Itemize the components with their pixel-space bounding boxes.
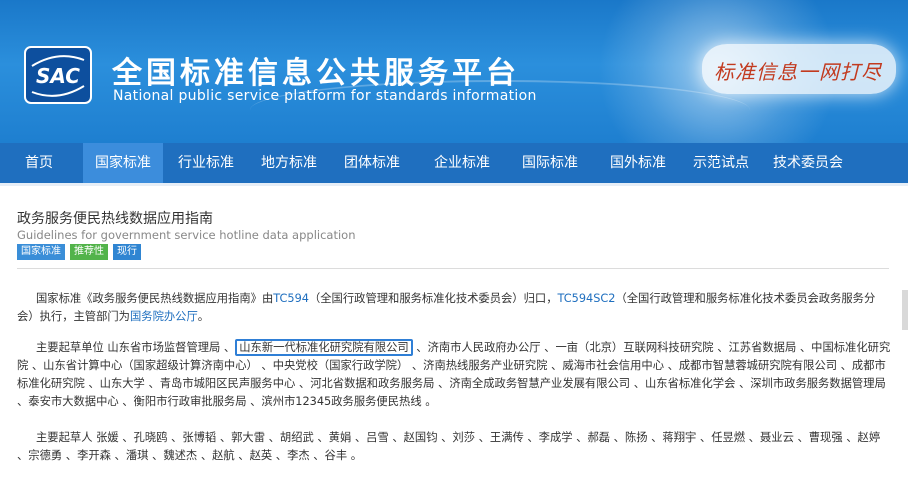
nav-local-standards[interactable]: 地方标准	[249, 143, 329, 183]
main-nav: 首页 国家标准 行业标准 地方标准 团体标准 企业标准 国际标准 国外标准 示范…	[0, 143, 908, 183]
highlighted-drafting-unit: 山东新一代标准化研究院有限公司	[235, 339, 413, 356]
nav-demonstration[interactable]: 示范试点	[681, 143, 761, 183]
nav-industry-standards[interactable]: 行业标准	[166, 143, 246, 183]
drafting-units-label: 主要起草单位	[36, 341, 108, 354]
intro-text: （全国行政管理和服务标准化技术委员会）归口，	[308, 292, 558, 305]
site-subtitle: National public service platform for sta…	[113, 88, 537, 104]
tc594-link[interactable]: TC594	[273, 292, 309, 305]
drafters-label: 主要起草人	[36, 431, 97, 444]
tag-current: 现行	[113, 244, 141, 260]
drafters-paragraph: 主要起草人 张媛 、孔晓鸥 、张博韬 、郭大雷 、胡绍武 、黄娟 、吕雪 、赵国…	[17, 429, 892, 465]
slogan-badge: 标准信息一网打尽	[702, 44, 896, 94]
nav-foreign-standards[interactable]: 国外标准	[598, 143, 678, 183]
sac-logo-icon[interactable]: SAC	[24, 46, 92, 104]
svg-text:SAC: SAC	[36, 64, 80, 88]
standard-title: 政务服务便民热线数据应用指南	[17, 211, 213, 227]
drafting-units-text: 山东省市场监督管理局 、	[107, 341, 236, 354]
status-tags: 国家标准 推荐性 现行	[17, 244, 146, 260]
tc594sc2-link[interactable]: TC594SC2	[558, 292, 616, 305]
divider	[17, 268, 889, 269]
nav-international-standards[interactable]: 国际标准	[510, 143, 590, 183]
intro-text: 国家标准《政务服务便民热线数据应用指南》由	[36, 292, 274, 305]
nav-national-standards[interactable]: 国家标准	[83, 143, 163, 183]
intro-text: 。	[197, 310, 210, 323]
nav-technical-committees[interactable]: 技术委员会	[761, 143, 855, 183]
slogan-text: 标准信息一网打尽	[714, 60, 882, 84]
standard-title-en: Guidelines for government service hotlin…	[17, 228, 356, 242]
nav-home[interactable]: 首页	[13, 143, 65, 183]
standard-detail-card: 政务服务便民热线数据应用指南 Guidelines for government…	[0, 186, 908, 494]
intro-paragraph: 国家标准《政务服务便民热线数据应用指南》由TC594（全国行政管理和服务标准化技…	[17, 290, 892, 326]
scrollbar[interactable]	[902, 290, 908, 330]
nav-group-standards[interactable]: 团体标准	[332, 143, 412, 183]
nav-enterprise-standards[interactable]: 企业标准	[422, 143, 502, 183]
department-link[interactable]: 国务院办公厅	[130, 310, 198, 323]
site-title: 全国标准信息公共服务平台	[112, 56, 520, 91]
site-header: SAC 全国标准信息公共服务平台 National public service…	[0, 0, 908, 143]
drafting-units-paragraph: 主要起草单位 山东省市场监督管理局 、山东新一代标准化研究院有限公司 、济南市人…	[17, 339, 892, 411]
drafters-names: 张媛 、孔晓鸥 、张博韬 、郭大雷 、胡绍武 、黄娟 、吕雪 、赵国钧 、刘莎 …	[17, 431, 881, 462]
tag-national-standard: 国家标准	[17, 244, 65, 260]
tag-recommended: 推荐性	[70, 244, 108, 260]
